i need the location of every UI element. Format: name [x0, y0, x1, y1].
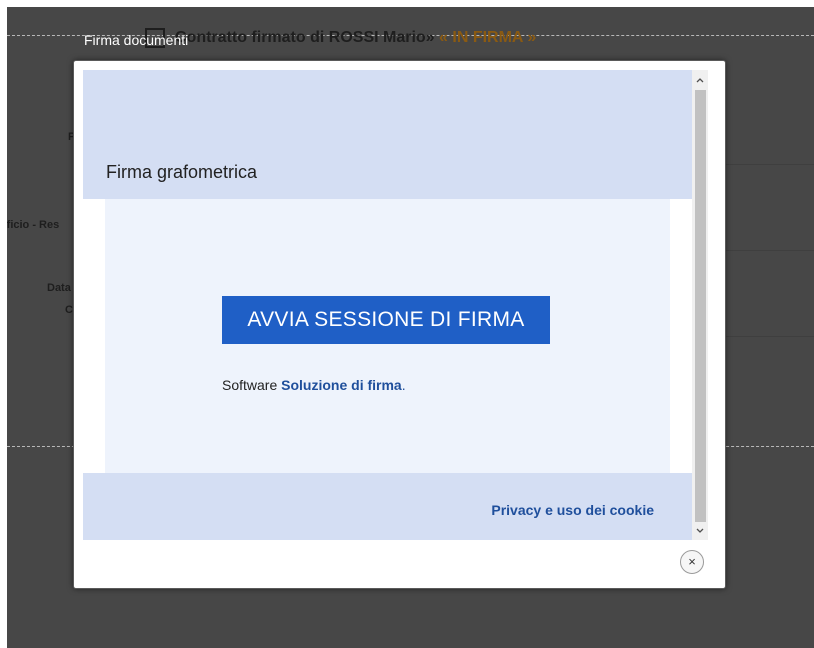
signature-dialog: Firma grafometrica AVVIA SESSIONE DI FIR… — [73, 60, 726, 589]
scrollbar-thumb[interactable] — [695, 90, 706, 522]
dialog-title: Firma documenti — [84, 32, 189, 48]
close-icon: × — [688, 554, 696, 569]
background-label: Data — [47, 282, 71, 294]
background-page-title: Contratto firmato di ROSSI Mario» « IN F… — [145, 28, 536, 48]
close-button[interactable]: × — [680, 550, 704, 574]
software-info: Software Soluzione di firma. — [222, 377, 406, 393]
frame-body: AVVIA SESSIONE DI FIRMA Software Soluzio… — [105, 199, 670, 473]
background-title-text: Contratto firmato di ROSSI Mario» — [175, 29, 435, 47]
software-solution-link[interactable]: Soluzione di firma — [281, 377, 402, 393]
vertical-scrollbar[interactable] — [692, 70, 708, 540]
software-suffix: . — [401, 377, 406, 393]
frame-footer: Privacy e uso dei cookie — [83, 473, 692, 540]
chevron-down-icon[interactable] — [692, 522, 708, 538]
start-signing-session-button[interactable]: AVVIA SESSIONE DI FIRMA — [222, 296, 550, 344]
frame-header-title: Firma grafometrica — [106, 162, 258, 182]
background-label: fficio - Res — [7, 219, 60, 231]
chevron-up-icon[interactable] — [692, 72, 708, 88]
background-label: C — [65, 304, 73, 316]
signature-frame: Firma grafometrica AVVIA SESSIONE DI FIR… — [83, 70, 708, 540]
status-badge: « IN FIRMA » — [439, 29, 537, 47]
software-prefix: Software — [222, 377, 278, 393]
privacy-cookie-link[interactable]: Privacy e uso dei cookie — [491, 502, 654, 518]
frame-header: Firma grafometrica — [83, 70, 692, 199]
